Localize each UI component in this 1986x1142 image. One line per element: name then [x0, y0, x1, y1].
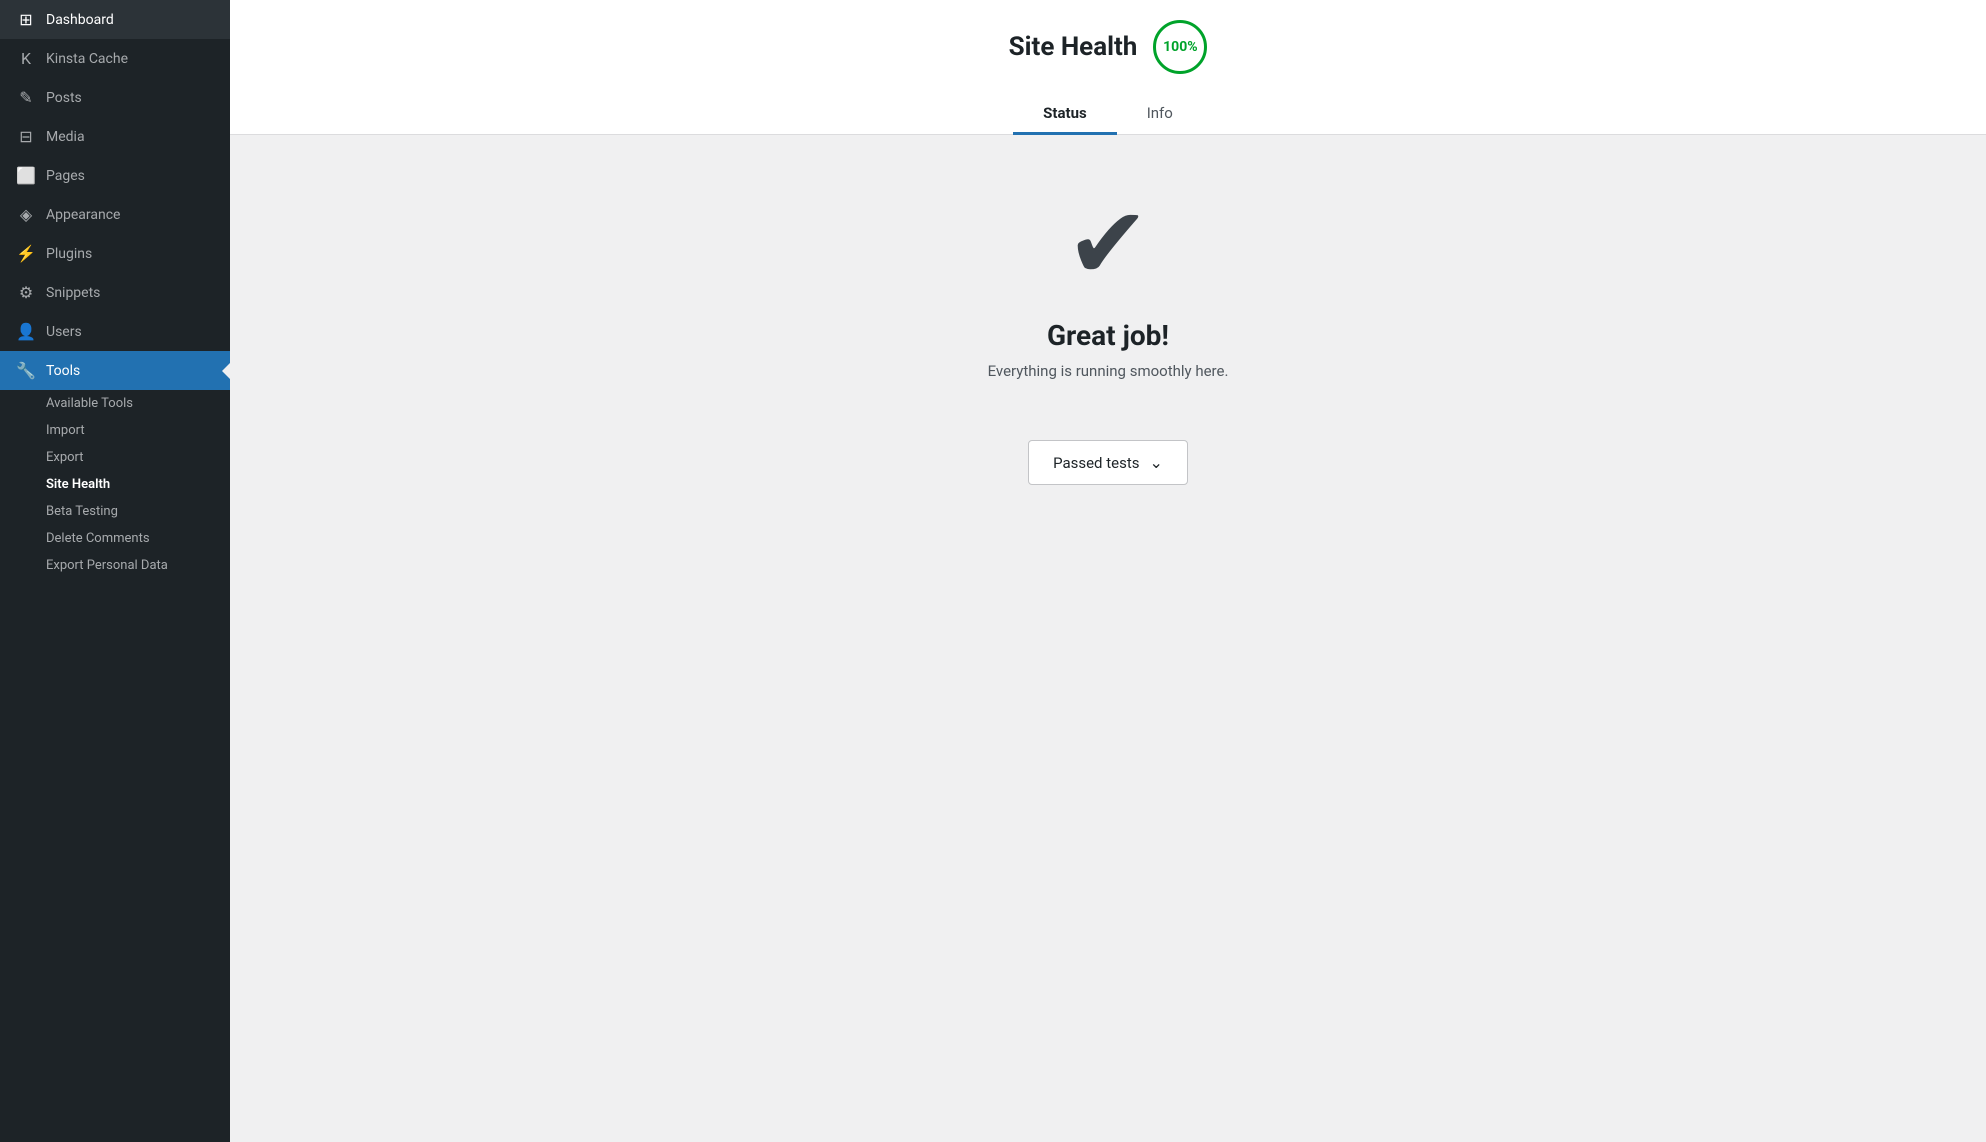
sidebar-item-users[interactable]: 👤 Users	[0, 312, 230, 351]
sidebar-item-label-appearance: Appearance	[46, 207, 120, 223]
main-content: Site Health 100% StatusInfo ✔ Great job!…	[230, 0, 1986, 1142]
sidebar-item-label-dashboard: Dashboard	[46, 12, 114, 28]
health-score-badge: 100%	[1153, 20, 1207, 74]
passed-tests-button[interactable]: Passed tests ⌄	[1028, 440, 1188, 485]
plugins-icon: ⚡	[16, 244, 36, 263]
users-icon: 👤	[16, 322, 36, 341]
sidebar-sub-item-export-personal-data[interactable]: Export Personal Data	[0, 552, 230, 579]
media-icon: ⊟	[16, 127, 36, 146]
sidebar-item-label-users: Users	[46, 324, 82, 340]
sidebar-sub-item-import[interactable]: Import	[0, 417, 230, 444]
sidebar-item-label-tools: Tools	[46, 363, 80, 379]
chevron-down-icon: ⌄	[1150, 453, 1163, 472]
sidebar-sub-item-beta-testing[interactable]: Beta Testing	[0, 498, 230, 525]
sidebar: ⊞ Dashboard K Kinsta Cache ✎ Posts ⊟ Media ⬜ Page…	[0, 0, 230, 1142]
tab-info[interactable]: Info	[1117, 94, 1203, 135]
passed-tests-label: Passed tests	[1053, 454, 1139, 472]
sidebar-item-tools[interactable]: 🔧 Tools	[0, 351, 230, 390]
sidebar-item-media[interactable]: ⊟ Media	[0, 117, 230, 156]
dashboard-icon: ⊞	[16, 10, 36, 29]
pages-icon: ⬜	[16, 166, 36, 185]
sidebar-item-dashboard[interactable]: ⊞ Dashboard	[0, 0, 230, 39]
sidebar-item-label-plugins: Plugins	[46, 246, 92, 262]
sidebar-item-label-media: Media	[46, 129, 85, 145]
sidebar-item-kinsta-cache[interactable]: K Kinsta Cache	[0, 39, 230, 78]
page-title: Site Health	[1009, 32, 1138, 62]
sidebar-item-appearance[interactable]: ◈ Appearance	[0, 195, 230, 234]
content-area: ✔ Great job! Everything is running smoot…	[230, 135, 1986, 1142]
great-job-title: Great job!	[1047, 319, 1169, 352]
sidebar-item-label-kinsta-cache: Kinsta Cache	[46, 51, 128, 67]
posts-icon: ✎	[16, 88, 36, 107]
sidebar-item-plugins[interactable]: ⚡ Plugins	[0, 234, 230, 273]
sidebar-item-posts[interactable]: ✎ Posts	[0, 78, 230, 117]
page-header: Site Health 100% StatusInfo	[230, 0, 1986, 135]
sidebar-item-snippets[interactable]: ⚙ Snippets	[0, 273, 230, 312]
sidebar-sub-item-available-tools[interactable]: Available Tools	[0, 390, 230, 417]
active-arrow	[222, 363, 230, 379]
sidebar-sub-item-site-health[interactable]: Site Health	[0, 471, 230, 498]
great-job-subtitle: Everything is running smoothly here.	[988, 362, 1229, 380]
appearance-icon: ◈	[16, 205, 36, 224]
title-row: Site Health 100%	[1009, 20, 1208, 74]
sidebar-item-label-pages: Pages	[46, 168, 85, 184]
sidebar-item-pages[interactable]: ⬜ Pages	[0, 156, 230, 195]
tools-icon: 🔧	[16, 361, 36, 380]
checkmark-icon: ✔	[1066, 195, 1150, 295]
sidebar-item-label-posts: Posts	[46, 90, 82, 106]
snippets-icon: ⚙	[16, 283, 36, 302]
sidebar-sub-item-export[interactable]: Export	[0, 444, 230, 471]
sidebar-item-label-snippets: Snippets	[46, 285, 100, 301]
tabs-row: StatusInfo	[1013, 94, 1203, 134]
tab-status[interactable]: Status	[1013, 94, 1117, 135]
kinsta-cache-icon: K	[16, 49, 36, 68]
sidebar-sub-item-delete-comments[interactable]: Delete Comments	[0, 525, 230, 552]
checkmark-container: ✔	[1066, 195, 1150, 295]
